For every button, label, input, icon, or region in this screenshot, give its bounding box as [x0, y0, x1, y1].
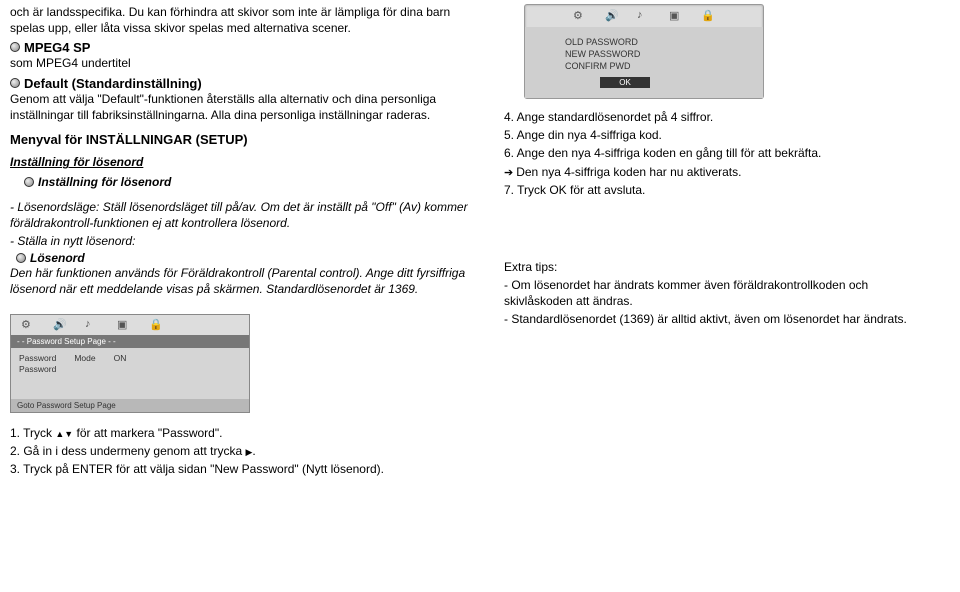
setup-screenshot: ⚙ 🔊 ♪ ▣ 🔒 - - Password Setup Page - - Pa… — [10, 314, 250, 413]
password-heading: Lösenord — [30, 251, 85, 265]
menu-setup-heading: Menyval för INSTÄLLNINGAR (SETUP) — [10, 131, 480, 149]
extra-tips-heading: Extra tips: — [504, 259, 934, 275]
video-icon: ▣ — [669, 9, 683, 23]
pw-dialog-iconrow: ⚙ 🔊 ♪ ▣ 🔒 — [525, 5, 763, 27]
right-step-5: 5. Ange din nya 4-siffriga kod. — [504, 127, 934, 143]
arrow-right-icon — [504, 165, 516, 179]
settings-icon: ⚙ — [573, 9, 587, 23]
password-mode-paragraph: - Lösenordsläge: Ställ lösenordsläget ti… — [10, 199, 480, 231]
right-step-6b-text: Den nya 4-siffriga koden har nu aktivera… — [516, 165, 741, 179]
disc-icon — [10, 78, 20, 88]
old-password-label: OLD PASSWORD — [565, 37, 749, 47]
step-2: 2. Gå in i dess undermeny genom att tryc… — [10, 443, 480, 459]
step-1b: för att markera "Password". — [73, 426, 222, 440]
set-new-password-label: - Ställa in nytt lösenord: — [10, 233, 480, 249]
lock-icon: 🔒 — [701, 9, 715, 23]
lock-icon: 🔒 — [149, 318, 163, 332]
ok-button: OK — [600, 77, 650, 88]
setup-row1-col1: Password — [19, 353, 56, 363]
note-icon: ♪ — [637, 9, 651, 23]
password-body: Den här funktionen används för Föräldrak… — [10, 265, 480, 297]
settings-icon: ⚙ — [21, 318, 35, 332]
default-heading: Default (Standardinställning) — [24, 76, 202, 91]
disc-icon — [10, 42, 20, 52]
setup-footer: Goto Password Setup Page — [11, 399, 249, 412]
mpeg4-sp-heading: MPEG4 SP — [24, 40, 90, 55]
default-body: Genom att välja "Default"-funktionen åte… — [10, 91, 480, 123]
password-dialog-screenshot: ⚙ 🔊 ♪ ▣ 🔒 OLD PASSWORD NEW PASSWORD CONF… — [524, 4, 764, 99]
right-step-7: 7. Tryck OK för att avsluta. — [504, 182, 934, 198]
step-2a: 2. Gå in i dess undermeny genom att tryc… — [10, 444, 245, 458]
extra-tip-1: - Om lösenordet har ändrats kommer även … — [504, 277, 934, 309]
video-icon: ▣ — [117, 318, 131, 332]
right-step-6: 6. Ange den nya 4-siffriga koden en gång… — [504, 145, 934, 161]
intro-text: och är landsspecifika. Du kan förhindra … — [10, 4, 480, 36]
password-setting-heading-2: Inställning för lösenord — [38, 175, 171, 189]
password-mode-label: - Lösenordsläge: — [10, 200, 99, 214]
speaker-icon: 🔊 — [605, 9, 619, 23]
setup-row2-col1: Password — [19, 364, 56, 374]
speaker-icon: 🔊 — [53, 318, 67, 332]
step-3: 3. Tryck på ENTER för att välja sidan "N… — [10, 461, 480, 477]
step-1a: 1. Tryck — [10, 426, 55, 440]
note-icon: ♪ — [85, 318, 99, 332]
step-1: 1. Tryck för att markera "Password". — [10, 425, 480, 441]
step-2b: . — [252, 444, 255, 458]
password-setting-heading-1: Inställning för lösenord — [10, 154, 480, 170]
right-step-4: 4. Ange standardlösenordet på 4 siffror. — [504, 109, 934, 125]
setup-title: - - Password Setup Page - - — [11, 335, 249, 348]
new-password-label: NEW PASSWORD — [565, 49, 749, 59]
bottom-steps: 1. Tryck för att markera "Password". 2. … — [10, 425, 480, 478]
disc-icon — [24, 177, 34, 187]
setup-row1-col2: Mode — [74, 353, 95, 363]
disc-icon — [16, 253, 26, 263]
mpeg4-subtitle: som MPEG4 undertitel — [10, 55, 480, 71]
right-step-6b: Den nya 4-siffriga koden har nu aktivera… — [504, 164, 934, 181]
arrow-up-icon — [55, 426, 64, 440]
arrow-down-icon — [64, 426, 73, 440]
confirm-password-label: CONFIRM PWD — [565, 61, 749, 71]
setup-row1-col3: ON — [114, 353, 127, 363]
setup-iconrow: ⚙ 🔊 ♪ ▣ 🔒 — [11, 315, 249, 335]
extra-tip-2: - Standardlösenordet (1369) är alltid ak… — [504, 311, 934, 327]
